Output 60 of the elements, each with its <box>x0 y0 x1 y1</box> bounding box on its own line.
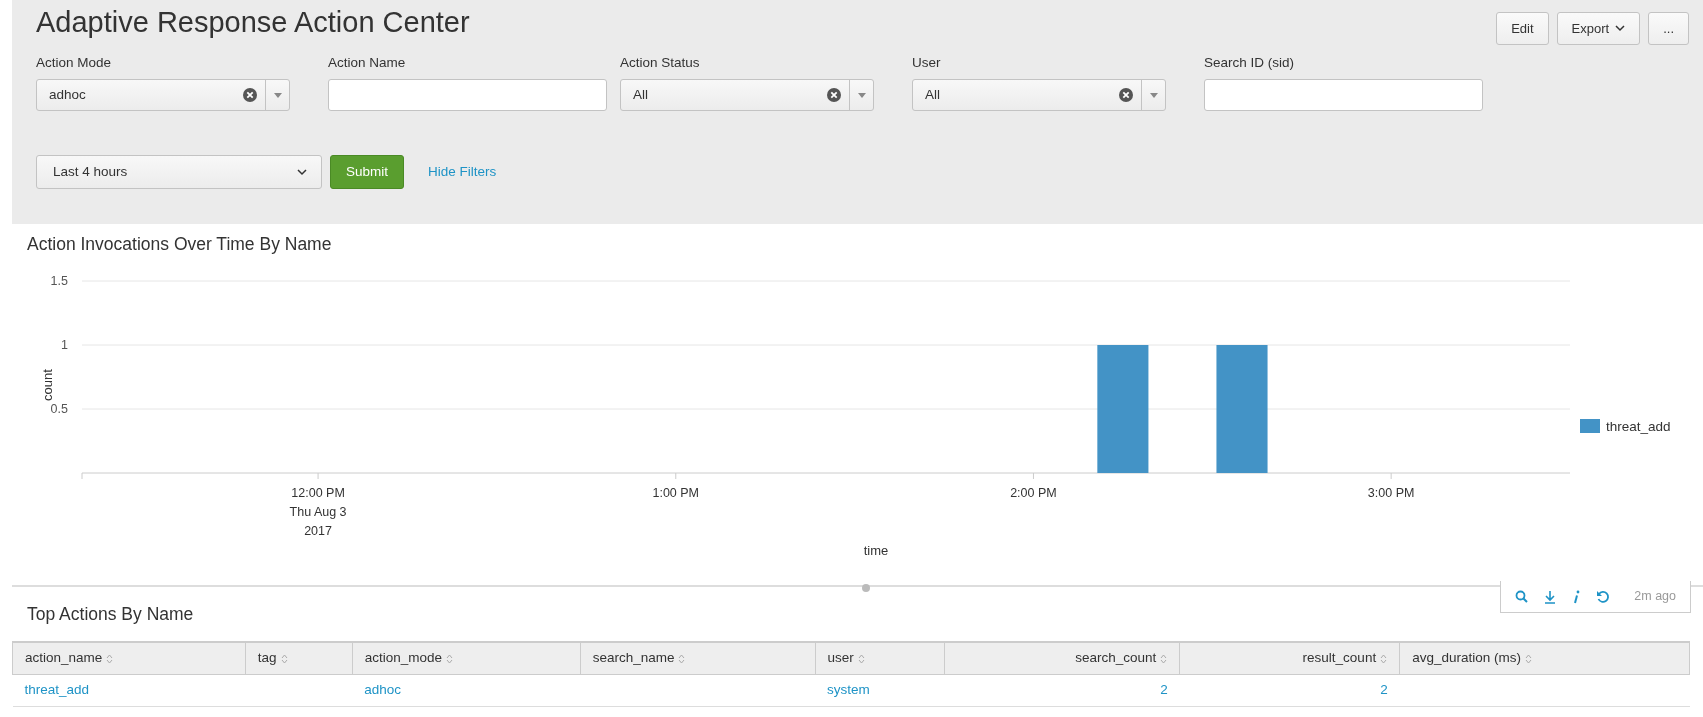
field-label: Action Status <box>620 54 701 72</box>
column-header[interactable]: result_count <box>1179 642 1400 674</box>
clear-icon[interactable] <box>827 88 841 103</box>
y-axis-title: count <box>40 369 55 401</box>
field-label: Action Name <box>328 54 407 72</box>
input-field[interactable] <box>1204 79 1483 112</box>
toolbar-button[interactable]: ... <box>1648 12 1689 45</box>
x-tick-label: 2:00 PM <box>1010 486 1057 500</box>
info-icon[interactable] <box>1572 589 1581 604</box>
table-cell-link[interactable]: system <box>827 681 870 697</box>
dropdown-field[interactable]: All <box>620 79 874 112</box>
caret-down-icon <box>857 92 866 98</box>
sort-icon <box>1524 653 1532 664</box>
column-header[interactable]: avg_duration (ms) <box>1399 642 1690 674</box>
column-header[interactable]: search_name <box>580 642 815 674</box>
clear-icon[interactable] <box>243 88 257 103</box>
toolbar-button[interactable]: Edit <box>1496 12 1549 45</box>
sort-icon <box>446 653 454 664</box>
export-menu-button[interactable]: Export <box>1556 12 1641 45</box>
panel-title: Action Invocations Over Time By Name <box>26 233 333 255</box>
clear-icon[interactable] <box>1119 88 1133 103</box>
field-label: User <box>912 54 942 72</box>
y-tick-label: 0.5 <box>50 402 68 416</box>
time-range-picker[interactable]: Last 4 hours <box>36 155 322 190</box>
refresh-icon[interactable] <box>1596 589 1611 604</box>
column-header[interactable]: action_mode <box>352 642 581 674</box>
dashboard-title: Adaptive Response Action Center <box>36 5 470 40</box>
sort-icon <box>678 653 686 664</box>
sort-icon <box>280 653 288 664</box>
resize-handle-icon[interactable] <box>862 584 870 592</box>
refresh-time-text: 2m ago <box>1634 588 1676 606</box>
sort-icon <box>857 653 865 664</box>
column-header[interactable]: search_count <box>944 642 1180 674</box>
panel-title: Top Actions By Name <box>27 603 194 625</box>
table-cell-link[interactable]: threat_add <box>24 681 90 697</box>
field-label: Action Mode <box>36 54 113 72</box>
input-field[interactable] <box>328 79 607 112</box>
column-header[interactable]: tag <box>245 642 353 674</box>
dropdown-field[interactable]: All <box>912 79 1166 112</box>
sort-icon <box>1160 653 1168 664</box>
y-tick-label: 1.5 <box>50 274 68 288</box>
x-tick-label: 12:00 PM Thu Aug 3 2017 <box>289 486 347 538</box>
search-icon[interactable] <box>1515 590 1529 603</box>
dropdown-field[interactable]: adhoc <box>36 79 290 112</box>
column-header[interactable]: user <box>815 642 945 674</box>
legend-label: threat_add <box>1606 419 1671 434</box>
caret-down-icon <box>1149 92 1158 98</box>
x-tick-label: 3:00 PM <box>1367 486 1415 500</box>
chevron-down-icon <box>1615 25 1626 32</box>
y-tick-label: 1 <box>61 338 68 352</box>
caret-down-icon <box>273 92 282 98</box>
chevron-down-icon <box>297 168 307 176</box>
column-header[interactable]: action_name <box>12 642 246 674</box>
sort-icon <box>106 653 114 664</box>
sort-icon <box>1380 653 1388 664</box>
field-label: Search ID (sid) <box>1204 54 1296 72</box>
table-cell-link[interactable]: adhoc <box>364 681 402 697</box>
x-axis-title: time <box>863 543 889 558</box>
download-icon[interactable] <box>1544 589 1557 604</box>
x-tick-label: 1:00 PM <box>652 486 700 500</box>
